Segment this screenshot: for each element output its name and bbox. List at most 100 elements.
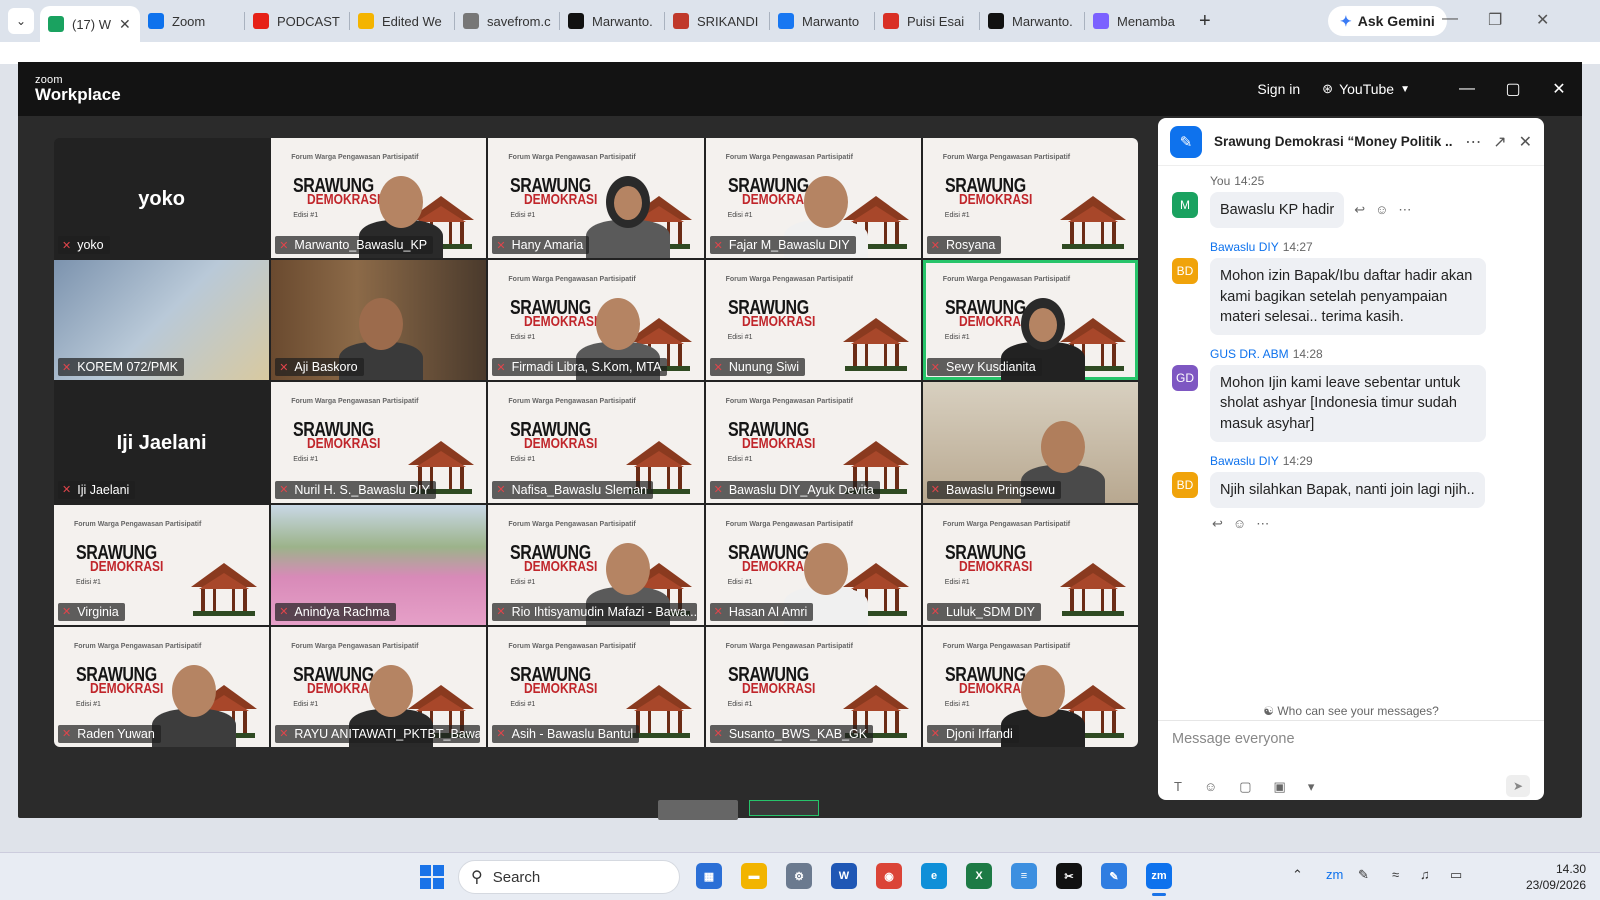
video-tile[interactable]: Forum Warga Pengawasan Partisipatif SRAWU… <box>271 626 487 747</box>
more-icon[interactable]: ⋯ <box>1256 516 1269 531</box>
video-tile[interactable]: ✕ KOREM 072/PMK <box>54 260 270 381</box>
video-tile[interactable]: Forum Warga Pengawasan Partisipatif SRAWU… <box>488 260 704 381</box>
browser-tab[interactable]: Marwanto. <box>560 5 664 37</box>
taskbar-search[interactable]: ⚲ Search <box>458 860 680 894</box>
message-time: 14:25 <box>1234 174 1265 188</box>
video-tile[interactable]: Forum Warga Pengawasan Partisipatif SRAWU… <box>488 504 704 625</box>
close-icon[interactable]: ✕ <box>1536 10 1549 30</box>
browser-tab[interactable]: Zoom <box>140 5 244 37</box>
tab-search-button[interactable]: ⌄ <box>8 8 34 34</box>
video-tile[interactable]: Forum Warga Pengawasan Partisipatif SRAWU… <box>705 382 921 503</box>
browser-tab[interactable]: Edited We <box>350 5 454 37</box>
video-tile[interactable]: Forum Warga Pengawasan Partisipatif SRAWU… <box>705 504 921 625</box>
browser-tab[interactable]: Marwanto <box>770 5 874 37</box>
reaction-icon[interactable]: ☺ <box>1233 516 1246 531</box>
active-thumbnail[interactable] <box>749 800 819 816</box>
browser-tab-label: Menamba <box>1117 13 1175 29</box>
browser-tab[interactable]: Menamba <box>1085 5 1189 37</box>
self-view-thumbnail[interactable] <box>658 800 738 820</box>
emoji-icon[interactable]: ☺ <box>1204 779 1217 795</box>
banner-edition: Edisi #1 <box>510 456 536 464</box>
close-chat-icon[interactable]: ✕ <box>1519 132 1532 152</box>
video-tile[interactable]: Forum Warga Pengawasan Partisipatif SRAWU… <box>488 626 704 747</box>
chevron-up-icon[interactable]: ⌃ <box>1292 867 1303 883</box>
who-can-see-link[interactable]: ☯ Who can see your messages? <box>1158 704 1544 718</box>
battery-icon[interactable]: ▭ <box>1450 867 1462 883</box>
banner-heading: Forum Warga Pengawasan Partisipatif <box>74 520 202 528</box>
video-tile[interactable]: ✕ Bawaslu Pringsewu <box>922 382 1138 503</box>
browser-tab-label: SRIKANDI <box>697 13 759 29</box>
video-tile[interactable]: ✕ Anindya Rachma <box>271 504 487 625</box>
speaker-icon[interactable]: ♫ <box>1420 867 1430 882</box>
video-tile[interactable]: Iji Jaelani ✕ Iji Jaelani <box>54 382 270 503</box>
browser-tab[interactable]: PODCAST <box>245 5 349 37</box>
more-icon[interactable]: ⋯ <box>1398 202 1411 217</box>
wifi-icon[interactable]: ≈ <box>1392 867 1399 882</box>
video-tile[interactable]: yoko ✕ yoko <box>54 138 270 259</box>
paint-icon[interactable]: ✎ <box>1101 863 1127 889</box>
banner-edition: Edisi #1 <box>293 700 319 708</box>
screenshot-icon[interactable]: ▣ <box>1274 779 1286 795</box>
video-tile[interactable]: Forum Warga Pengawasan Partisipatif SRAWU… <box>922 260 1138 381</box>
sender-avatar: GD <box>1172 365 1198 392</box>
capcut-icon[interactable]: ✂ <box>1056 863 1082 889</box>
video-tile[interactable]: Forum Warga Pengawasan Partisipatif SRAWU… <box>705 138 921 259</box>
participant-name: Rio Ihtisyamudin Mafazi - Bawa... <box>511 604 698 619</box>
browser-tab[interactable]: SRIKANDI <box>665 5 769 37</box>
video-tile[interactable]: ✕ Aji Baskoro <box>271 260 487 381</box>
video-tile[interactable]: Forum Warga Pengawasan Partisipatif SRAWU… <box>705 626 921 747</box>
browser-tab[interactable]: Puisi Esai <box>875 5 979 37</box>
sign-in-button[interactable]: Sign in <box>1257 81 1300 97</box>
browser-tab[interactable]: savefrom.c <box>455 5 559 37</box>
settings-icon[interactable]: ⚙ <box>786 863 812 889</box>
browser-tab[interactable]: Marwanto. <box>980 5 1084 37</box>
start-button[interactable] <box>420 865 444 889</box>
video-tile[interactable]: Forum Warga Pengawasan Partisipatif SRAWU… <box>271 382 487 503</box>
muted-mic-icon: ✕ <box>496 484 506 497</box>
video-tile[interactable]: Forum Warga Pengawasan Partisipatif SRAWU… <box>705 260 921 381</box>
format-text-icon[interactable]: T <box>1174 779 1182 795</box>
word-icon[interactable]: W <box>831 863 857 889</box>
notepad-icon[interactable]: ≡ <box>1011 863 1037 889</box>
participant-head <box>803 542 848 595</box>
youtube-stream-button[interactable]: ⊛ YouTube ▼ <box>1322 81 1410 97</box>
message-row: Njih silahkan Bapak, nanti join lagi nji… <box>1210 472 1544 509</box>
compose-icon[interactable]: ✎ <box>1170 125 1202 158</box>
ask-gemini-button[interactable]: ✦ Ask Gemini <box>1328 6 1447 36</box>
pen-tray-icon[interactable]: ✎ <box>1358 867 1369 883</box>
browser-tab[interactable]: (17) W ✕ <box>40 6 140 42</box>
zoom-maximize-icon[interactable]: ▢ <box>1490 79 1536 99</box>
video-tile[interactable]: Forum Warga Pengawasan Partisipatif SRAWU… <box>488 382 704 503</box>
video-tile[interactable]: Forum Warga Pengawasan Partisipatif SRAWU… <box>54 504 270 625</box>
new-tab-button[interactable]: + <box>1199 10 1211 33</box>
video-tile[interactable]: Forum Warga Pengawasan Partisipatif SRAWU… <box>922 626 1138 747</box>
video-tile[interactable]: Forum Warga Pengawasan Partisipatif SRAWU… <box>922 504 1138 625</box>
taskbar-clock[interactable]: 14.30 23/09/2026 <box>1504 861 1586 893</box>
video-tile[interactable]: Forum Warga Pengawasan Partisipatif SRAWU… <box>54 626 270 747</box>
zoom-minimize-icon[interactable]: — <box>1444 80 1490 98</box>
video-tile[interactable]: Forum Warga Pengawasan Partisipatif SRAWU… <box>271 138 487 259</box>
video-tile[interactable]: Forum Warga Pengawasan Partisipatif SRAWU… <box>922 138 1138 259</box>
more-icon[interactable]: ⋯ <box>1465 132 1481 152</box>
gemini-star-icon: ✦ <box>1340 12 1352 29</box>
excel-icon[interactable]: X <box>966 863 992 889</box>
file-explorer-icon[interactable]: ▬ <box>741 863 767 889</box>
close-tab-icon[interactable]: ✕ <box>119 16 131 33</box>
restore-icon[interactable]: ❐ <box>1488 10 1502 30</box>
edge-icon[interactable]: e <box>921 863 947 889</box>
reply-icon[interactable]: ↩ <box>1354 202 1365 217</box>
send-icon[interactable]: ➤ <box>1506 775 1530 797</box>
file-icon[interactable]: ▢ <box>1239 779 1251 795</box>
reaction-icon[interactable]: ☺ <box>1375 202 1388 217</box>
zoom-icon[interactable]: zm <box>1146 863 1172 896</box>
store-icon[interactable]: ▦ <box>696 863 722 889</box>
zoom-tray-icon[interactable]: zm <box>1326 867 1343 882</box>
video-tile[interactable]: Forum Warga Pengawasan Partisipatif SRAWU… <box>488 138 704 259</box>
chevron-down-icon[interactable]: ▾ <box>1308 779 1315 795</box>
zoom-close-icon[interactable]: ✕ <box>1536 79 1582 99</box>
minimize-icon[interactable]: — <box>1442 10 1458 28</box>
reply-icon[interactable]: ↩ <box>1212 516 1223 531</box>
message-input[interactable]: Message everyone T ☺ ▢ ▣ ▾ ➤ <box>1158 720 1544 800</box>
chrome-icon[interactable]: ◉ <box>876 863 902 889</box>
popout-icon[interactable]: ↗ <box>1493 132 1506 152</box>
